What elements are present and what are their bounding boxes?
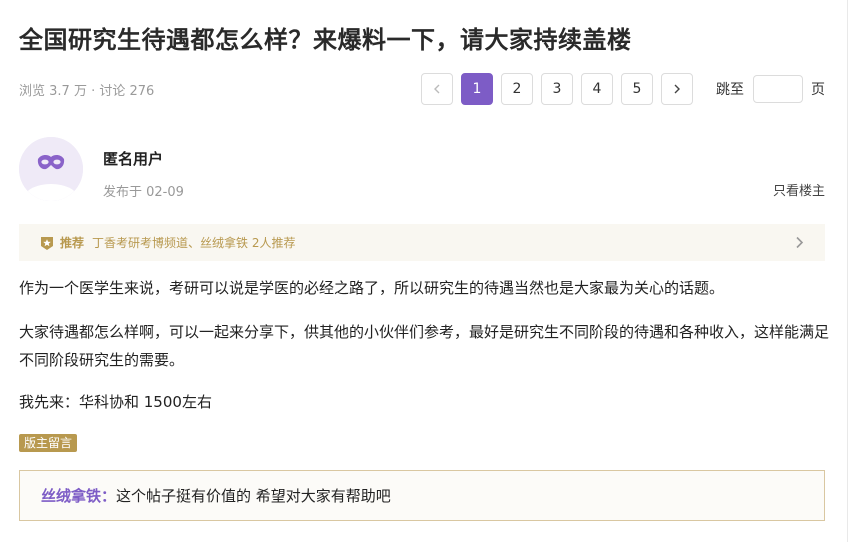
chevron-right-icon xyxy=(674,84,680,94)
post-paragraph-1: 作为一个医学生来说，考研可以说是学医的必经之路了，所以研究生的待遇当然也是大家最… xyxy=(19,279,725,297)
prev-page-button[interactable] xyxy=(421,73,453,105)
page-jump: 跳至 页 xyxy=(716,73,825,105)
page-button-2[interactable]: 2 xyxy=(501,73,533,105)
page-suffix: 页 xyxy=(811,82,825,98)
only-op-link[interactable]: 只看楼主 xyxy=(773,180,825,199)
avatar[interactable] xyxy=(19,137,83,201)
page-button-3[interactable]: 3 xyxy=(541,73,573,105)
author-name[interactable]: 匿名用户 xyxy=(103,148,163,169)
badge-star-icon xyxy=(41,236,53,250)
moderator-name[interactable]: 丝绒拿铁： xyxy=(41,485,116,506)
moderator-comment: 丝绒拿铁： 这个帖子挺有价值的 希望对大家有帮助吧 xyxy=(19,470,825,521)
page-button-1[interactable]: 1 xyxy=(461,73,493,105)
pagination: 1 2 3 4 5 xyxy=(421,73,701,105)
page-button-4[interactable]: 4 xyxy=(581,73,613,105)
post-stats: 浏览 3.7 万 · 讨论 276 xyxy=(19,84,155,99)
recommend-text: 丁香考研考博频道、丝绒拿铁 2人推荐 xyxy=(92,236,296,250)
jump-page-input[interactable] xyxy=(753,75,803,103)
chevron-left-icon xyxy=(434,84,440,94)
page-right-divider xyxy=(847,0,848,542)
mask-avatar-icon xyxy=(19,137,83,201)
recommend-bar[interactable]: 推荐 丁香考研考博频道、丝绒拿铁 2人推荐 xyxy=(19,224,825,261)
jump-label: 跳至 xyxy=(716,82,744,98)
post-paragraph-3: 我先来：华科协和 1500左右 xyxy=(19,393,212,411)
recommend-label: 推荐 xyxy=(60,236,85,250)
post-title: 全国研究生待遇都怎么样？来爆料一下，请大家持续盖楼 xyxy=(19,26,632,54)
moderator-comment-text: 这个帖子挺有价值的 希望对大家有帮助吧 xyxy=(116,487,391,505)
page-button-5[interactable]: 5 xyxy=(621,73,653,105)
chevron-right-icon xyxy=(796,236,804,249)
post-paragraph-2: 大家待遇都怎么样啊，可以一起来分享下，供其他的小伙伴们参考，最好是研究生不同阶段… xyxy=(19,323,830,369)
post-date: 发布于 02-09 xyxy=(103,185,184,200)
moderator-note-tag: 版主留言 xyxy=(19,434,78,452)
next-page-button[interactable] xyxy=(661,73,693,105)
